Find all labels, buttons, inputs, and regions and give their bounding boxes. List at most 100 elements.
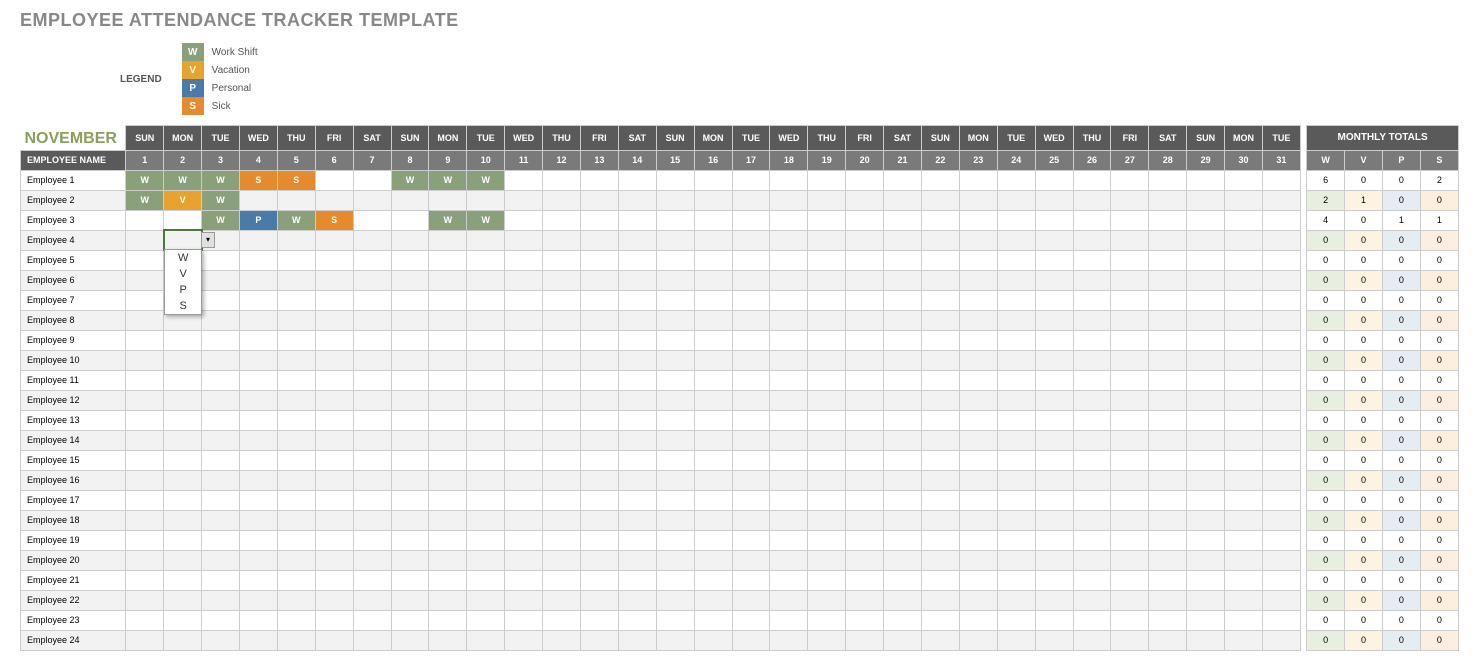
attendance-cell[interactable] — [505, 210, 543, 230]
attendance-cell[interactable] — [959, 390, 997, 410]
attendance-cell[interactable] — [732, 470, 770, 490]
attendance-cell[interactable] — [1225, 170, 1263, 190]
attendance-cell[interactable] — [202, 410, 240, 430]
attendance-cell[interactable] — [694, 310, 732, 330]
attendance-cell[interactable] — [467, 450, 505, 470]
attendance-cell[interactable] — [1035, 230, 1073, 250]
attendance-cell[interactable] — [505, 390, 543, 410]
attendance-cell[interactable] — [1149, 330, 1187, 350]
attendance-cell[interactable] — [202, 530, 240, 550]
attendance-cell[interactable] — [997, 270, 1035, 290]
attendance-cell[interactable] — [997, 190, 1035, 210]
attendance-cell[interactable] — [656, 530, 694, 550]
attendance-cell[interactable] — [1035, 470, 1073, 490]
attendance-cell[interactable]: W — [202, 210, 240, 230]
attendance-cell[interactable] — [846, 310, 884, 330]
attendance-cell[interactable] — [467, 530, 505, 550]
attendance-cell[interactable] — [1187, 610, 1225, 630]
attendance-cell[interactable] — [353, 430, 391, 450]
attendance-cell[interactable] — [1035, 170, 1073, 190]
attendance-cell[interactable] — [429, 410, 467, 430]
attendance-cell[interactable] — [353, 390, 391, 410]
employee-name[interactable]: Employee 18 — [21, 510, 126, 530]
attendance-cell[interactable] — [164, 450, 202, 470]
attendance-cell[interactable] — [732, 210, 770, 230]
attendance-cell[interactable] — [543, 510, 581, 530]
attendance-cell[interactable] — [846, 490, 884, 510]
attendance-cell[interactable] — [997, 590, 1035, 610]
attendance-cell[interactable] — [770, 590, 808, 610]
attendance-cell[interactable] — [1111, 490, 1149, 510]
attendance-cell[interactable] — [694, 510, 732, 530]
attendance-cell[interactable] — [770, 490, 808, 510]
attendance-cell[interactable] — [1225, 290, 1263, 310]
attendance-cell[interactable] — [921, 350, 959, 370]
attendance-cell[interactable] — [353, 350, 391, 370]
attendance-cell[interactable] — [467, 590, 505, 610]
attendance-cell[interactable] — [1187, 510, 1225, 530]
attendance-cell[interactable] — [959, 470, 997, 490]
attendance-cell[interactable] — [277, 290, 315, 310]
attendance-cell[interactable] — [997, 290, 1035, 310]
attendance-cell[interactable] — [505, 270, 543, 290]
attendance-cell[interactable] — [391, 610, 429, 630]
attendance-cell[interactable] — [580, 550, 618, 570]
attendance-cell[interactable]: S — [239, 170, 277, 190]
attendance-cell[interactable] — [694, 470, 732, 490]
attendance-cell[interactable] — [846, 370, 884, 390]
attendance-cell[interactable] — [618, 410, 656, 430]
attendance-cell[interactable] — [997, 330, 1035, 350]
attendance-cell[interactable] — [467, 190, 505, 210]
attendance-cell[interactable] — [694, 410, 732, 430]
attendance-cell[interactable] — [1187, 570, 1225, 590]
attendance-cell[interactable] — [505, 570, 543, 590]
attendance-cell[interactable] — [1073, 490, 1111, 510]
attendance-cell[interactable] — [656, 290, 694, 310]
attendance-cell[interactable] — [1073, 230, 1111, 250]
attendance-cell[interactable] — [884, 630, 922, 650]
attendance-cell[interactable] — [1225, 510, 1263, 530]
attendance-cell[interactable] — [656, 250, 694, 270]
attendance-cell[interactable]: W — [467, 210, 505, 230]
employee-name[interactable]: Employee 24 — [21, 630, 126, 650]
attendance-cell[interactable] — [1073, 170, 1111, 190]
attendance-cell[interactable] — [164, 610, 202, 630]
attendance-cell[interactable] — [808, 350, 846, 370]
attendance-cell[interactable] — [315, 270, 353, 290]
attendance-cell[interactable] — [1111, 270, 1149, 290]
attendance-cell[interactable] — [618, 250, 656, 270]
attendance-cell[interactable]: W — [202, 190, 240, 210]
attendance-cell[interactable] — [505, 470, 543, 490]
attendance-cell[interactable] — [1225, 450, 1263, 470]
attendance-cell[interactable] — [618, 290, 656, 310]
attendance-cell[interactable] — [580, 450, 618, 470]
attendance-cell[interactable] — [997, 610, 1035, 630]
attendance-cell[interactable] — [1111, 450, 1149, 470]
attendance-cell[interactable] — [1149, 510, 1187, 530]
attendance-cell[interactable] — [164, 490, 202, 510]
attendance-cell[interactable] — [1111, 430, 1149, 450]
attendance-cell[interactable] — [656, 630, 694, 650]
attendance-cell[interactable] — [732, 270, 770, 290]
attendance-cell[interactable] — [694, 350, 732, 370]
attendance-cell[interactable] — [656, 170, 694, 190]
attendance-cell[interactable] — [467, 570, 505, 590]
attendance-cell[interactable] — [429, 470, 467, 490]
attendance-cell[interactable] — [315, 530, 353, 550]
attendance-cell[interactable] — [884, 290, 922, 310]
attendance-cell[interactable] — [505, 530, 543, 550]
attendance-cell[interactable] — [959, 330, 997, 350]
attendance-cell[interactable] — [543, 230, 581, 250]
employee-name[interactable]: Employee 21 — [21, 570, 126, 590]
attendance-cell[interactable] — [732, 310, 770, 330]
attendance-cell[interactable] — [1262, 530, 1300, 550]
employee-name[interactable]: Employee 8 — [21, 310, 126, 330]
attendance-cell[interactable] — [732, 230, 770, 250]
attendance-cell[interactable] — [618, 190, 656, 210]
attendance-cell[interactable] — [959, 290, 997, 310]
attendance-cell[interactable] — [1149, 630, 1187, 650]
attendance-cell[interactable] — [1073, 610, 1111, 630]
attendance-cell[interactable] — [1035, 330, 1073, 350]
attendance-cell[interactable] — [202, 550, 240, 570]
attendance-cell[interactable] — [694, 550, 732, 570]
